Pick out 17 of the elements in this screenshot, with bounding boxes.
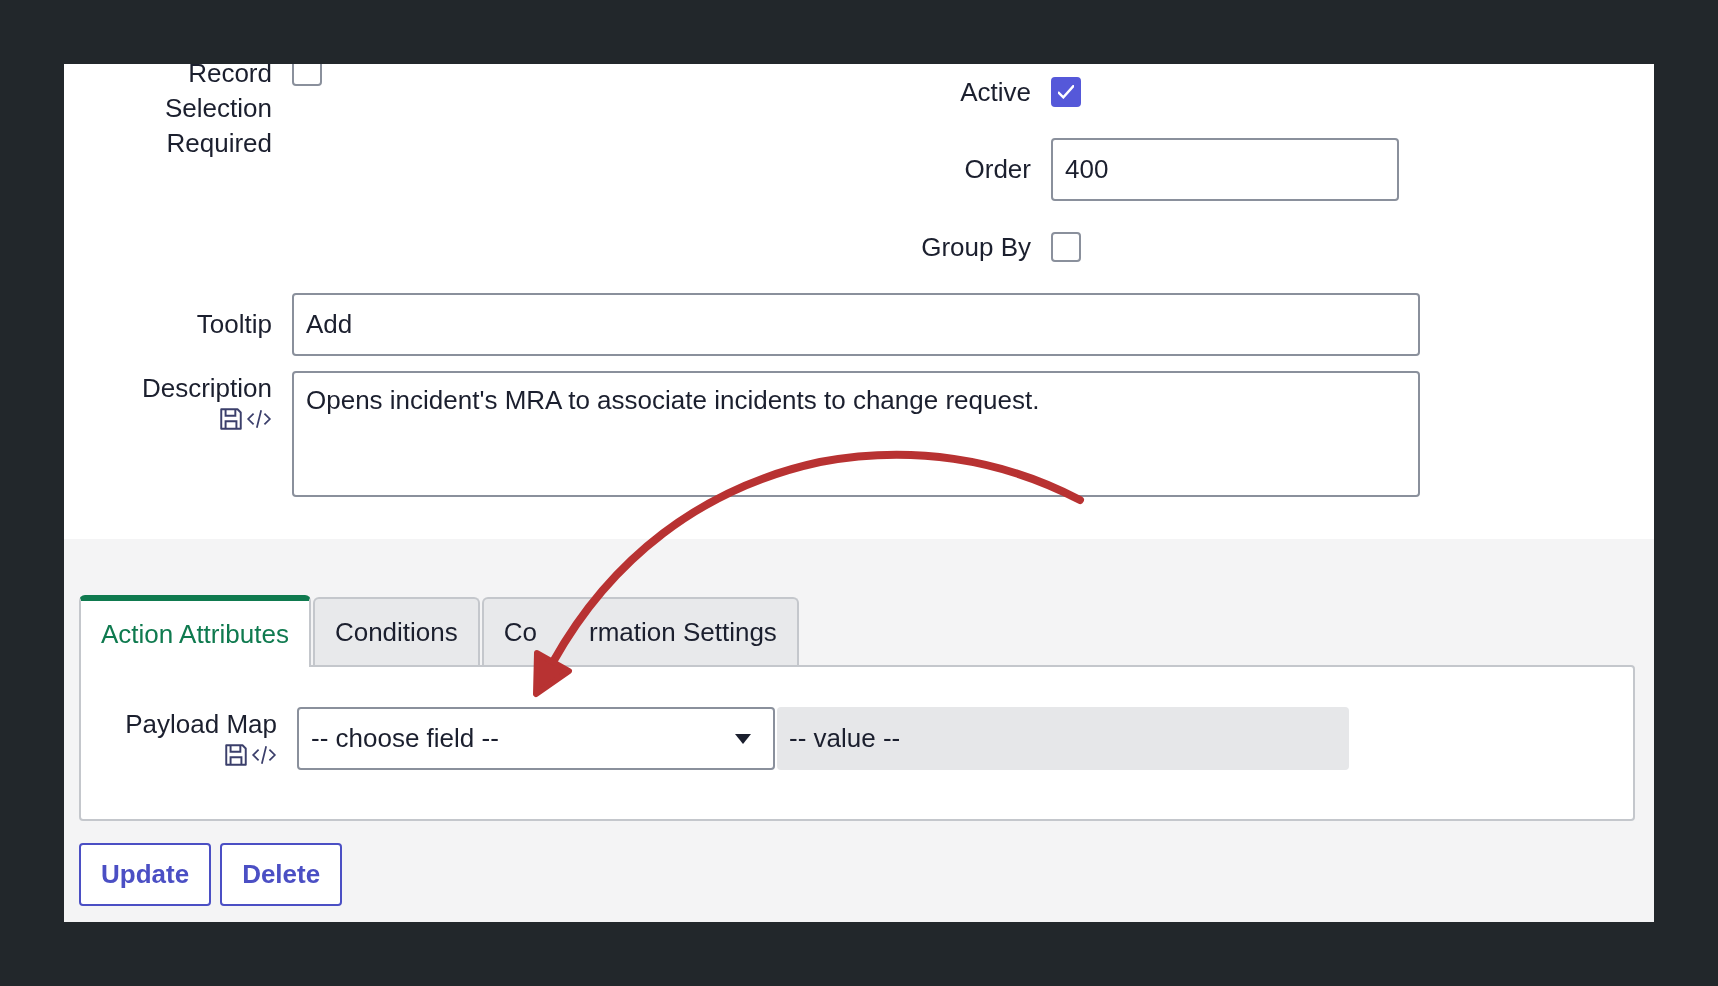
field-label: Description — [141, 372, 272, 405]
text-field[interactable]: Add — [292, 293, 1420, 356]
tab[interactable]: Conditions — [312, 597, 480, 665]
action-button[interactable]: Delete — [220, 843, 343, 906]
field-label: Record Selection Required — [164, 64, 272, 160]
field-label: Payload Map — [125, 708, 277, 741]
text-area[interactable]: Opens incident's MRA to associate incidents to change request. — [292, 371, 1420, 497]
action-button[interactable]: Update — [79, 843, 212, 906]
text-field[interactable]: 400 — [1051, 138, 1399, 201]
dropdown[interactable]: -- choose field -- — [297, 707, 775, 770]
field-label: Active — [960, 75, 1031, 109]
tab[interactable]: Action Attributes — [79, 595, 311, 667]
tab[interactable]: Co rmation Settings — [481, 597, 799, 665]
field-label: Group By — [921, 230, 1031, 264]
field-label: Tooltip — [196, 308, 272, 341]
field-label: Order — [964, 153, 1031, 186]
value-field[interactable]: -- value -- — [777, 707, 1349, 770]
